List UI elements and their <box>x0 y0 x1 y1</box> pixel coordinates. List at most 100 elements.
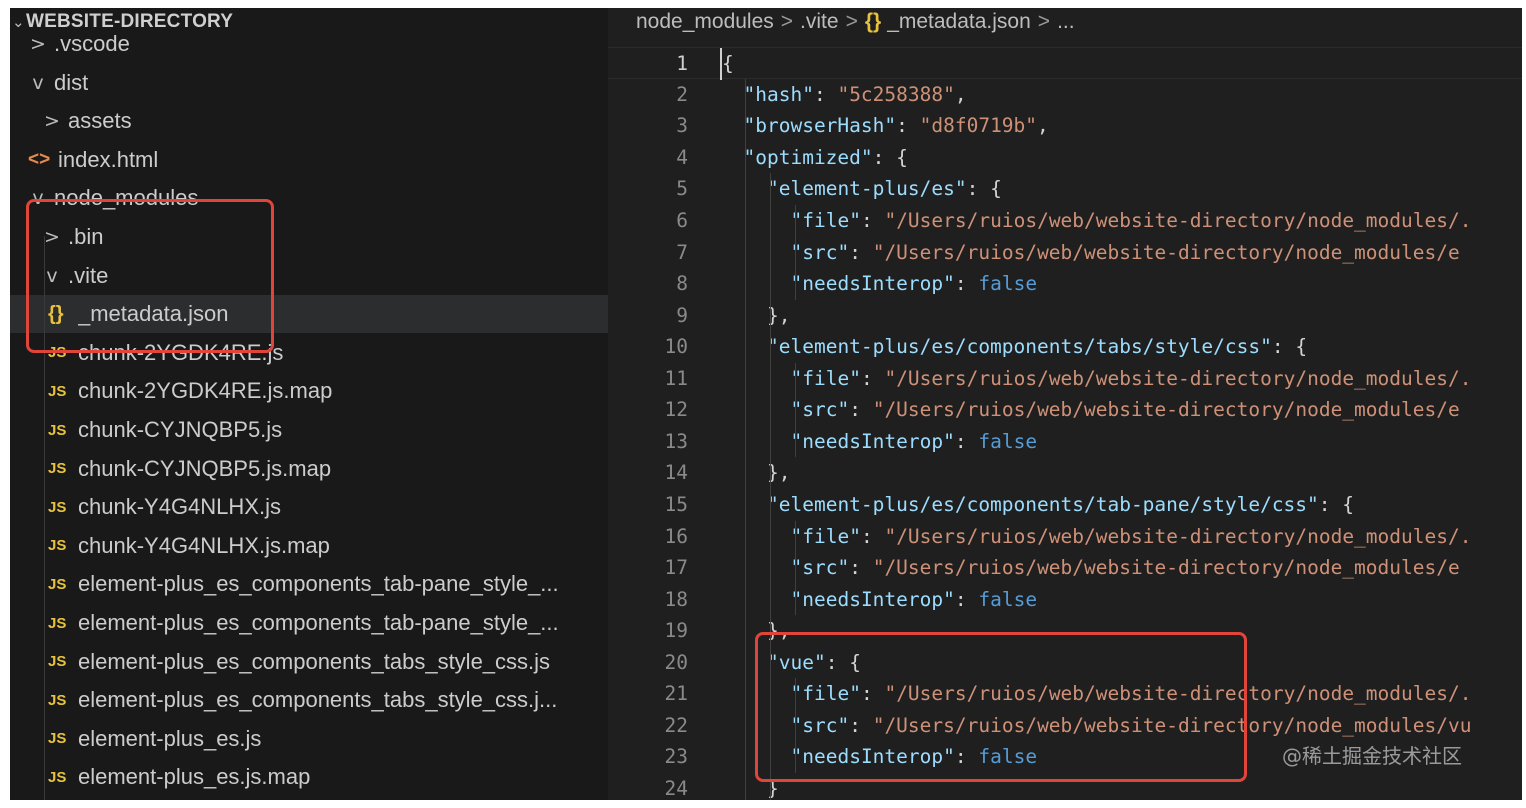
code-text: "needsInterop": false <box>790 745 1038 769</box>
tree-item-label: chunk-CYJNQBP5.js.map <box>78 455 332 481</box>
tree-item-label: element-plus_es.js.map <box>78 764 311 790</box>
code-text: "src": "/Users/ruios/web/website-directo… <box>790 713 1472 737</box>
tree-item-assets[interactable]: > assets <box>10 102 608 140</box>
tree-item-label: element-plus_es_components_tab-pane_styl… <box>78 610 559 635</box>
indent-guide <box>44 236 45 800</box>
line-number: 16 <box>664 524 688 548</box>
code-text: }, <box>767 303 791 327</box>
line-number: 5 <box>676 177 688 201</box>
js-icon: JS <box>48 421 67 439</box>
tree-item-file[interactable]: JS chunk-2YGDK4RE.js <box>10 334 608 372</box>
breadcrumb-metadata-json[interactable]: _metadata.json <box>887 10 1031 34</box>
code-indent-guide <box>745 78 746 800</box>
line-number: 11 <box>664 366 688 390</box>
line-number: 3 <box>676 114 688 138</box>
code-text: "vue": { <box>767 650 861 674</box>
tree-item-node-modules[interactable]: v node_modules <box>10 179 608 217</box>
code-line[interactable]: 1{ <box>608 47 1522 80</box>
code-text: "element-plus/es/components/tab-pane/sty… <box>767 492 1355 516</box>
json-icon: {} <box>864 10 882 33</box>
js-icon: JS <box>48 460 67 478</box>
chevron-right-icon[interactable]: > <box>28 33 48 55</box>
code-indent-guide <box>795 362 796 458</box>
js-icon: JS <box>48 614 67 632</box>
chevron-right-icon[interactable]: > <box>42 110 62 132</box>
tree-item-file[interactable]: JS chunk-CYJNQBP5.js.map <box>10 450 608 488</box>
tree-item-label: chunk-2YGDK4RE.js <box>78 339 284 365</box>
tree-item-file[interactable]: JS element-plus_es.js <box>10 720 608 758</box>
code-text: "file": "/Users/ruios/web/website-direct… <box>790 366 1472 390</box>
line-number: 1 <box>676 52 688 76</box>
code-text: }, <box>767 461 791 485</box>
breadcrumb-node-modules[interactable]: node_modules <box>636 10 774 34</box>
tree-item-file[interactable]: JS element-plus_es_components_tabs_style_… <box>10 643 608 681</box>
line-number: 20 <box>664 650 688 674</box>
breadcrumb-separator-icon: > <box>1037 10 1051 33</box>
line-number: 2 <box>676 82 688 106</box>
tree-item-dist[interactable]: v dist <box>10 64 608 102</box>
code-indent-guide <box>770 173 771 800</box>
code-indent-guide <box>795 520 796 616</box>
tree-item-file[interactable]: JS chunk-2YGDK4RE.js.map <box>10 372 608 410</box>
code-text: "browserHash": "d8f0719b", <box>743 114 1049 138</box>
js-icon: JS <box>48 344 67 362</box>
html-icon: <> <box>28 148 51 170</box>
code-text: "optimized": { <box>743 145 908 169</box>
editor-pane[interactable]: node_modules > .vite > {} _metadata.json… <box>608 8 1522 800</box>
line-number: 13 <box>664 429 688 453</box>
line-number: 24 <box>664 776 688 800</box>
code-text: { <box>720 48 734 80</box>
code-text: "src": "/Users/ruios/web/website-directo… <box>790 556 1460 580</box>
tree-item-bin[interactable]: > .bin <box>10 218 608 256</box>
breadcrumb-more[interactable]: ... <box>1057 10 1075 34</box>
line-number: 10 <box>664 335 688 359</box>
tree-item-label: chunk-Y4G4NLHX.js.map <box>78 532 330 558</box>
vscode-window: ⌄ WEBSITE-DIRECTORY > .vscode v dist > assets… <box>10 8 1522 800</box>
line-number: 6 <box>676 209 688 232</box>
tree-item-label: .vscode <box>54 31 130 56</box>
chevron-right-icon[interactable]: > <box>42 226 62 248</box>
tree-item-file[interactable]: JS element-plus_es_components_tab-pane_st… <box>10 565 608 603</box>
tree-item-file[interactable]: JS chunk-Y4G4NLHX.js.map <box>10 527 608 565</box>
tree-item-file[interactable]: JS element-plus_es_components_tabs_style_… <box>10 681 608 719</box>
breadcrumb-vite[interactable]: .vite <box>800 10 839 34</box>
code-text: "file": "/Users/ruios/web/website-direct… <box>790 524 1472 548</box>
tree-item-label: .vite <box>68 262 109 288</box>
tree-item-label: chunk-2YGDK4RE.js.map <box>78 378 333 404</box>
line-number: 8 <box>676 272 688 296</box>
chevron-down-icon[interactable]: v <box>28 72 48 94</box>
explorer-panel: ⌄ WEBSITE-DIRECTORY > .vscode v dist > assets… <box>10 8 608 800</box>
tree-item-label: element-plus_es_components_tab-pane_styl… <box>78 571 559 597</box>
js-icon: JS <box>48 768 67 786</box>
tree-item-index-html[interactable]: <> index.html <box>10 141 608 179</box>
chevron-down-icon[interactable]: v <box>42 265 62 287</box>
tree-item-file[interactable]: JS chunk-Y4G4NLHX.js <box>10 488 608 526</box>
line-number: 23 <box>664 745 688 769</box>
js-icon: JS <box>48 730 67 748</box>
chevron-down-icon[interactable]: v <box>28 187 48 209</box>
code-text: "src": "/Users/ruios/web/website-directo… <box>790 398 1460 422</box>
js-icon: JS <box>48 653 67 671</box>
tree-item-label: assets <box>68 108 132 134</box>
tree-item-label: dist <box>54 69 89 95</box>
line-number: 18 <box>664 587 688 611</box>
tree-item-file[interactable]: JS chunk-CYJNQBP5.js <box>10 411 608 449</box>
breadcrumb-separator-icon: > <box>780 10 794 33</box>
tree-item-label: node_modules <box>54 185 199 211</box>
js-icon: JS <box>48 382 67 400</box>
tree-item-label: index.html <box>58 146 159 172</box>
code-text: "needsInterop": false <box>790 272 1038 296</box>
tree-item-file[interactable]: JS element-plus_es.js.map <box>10 758 608 796</box>
tree-item-vscode[interactable]: > .vscode <box>10 25 608 63</box>
js-icon: JS <box>48 575 67 593</box>
line-number: 21 <box>664 682 688 706</box>
code-text: "file": "/Users/ruios/web/website-direct… <box>790 209 1472 232</box>
tree-item-vite[interactable]: v .vite <box>10 257 608 295</box>
tree-item-metadata-json[interactable]: {} _metadata.json <box>10 295 608 334</box>
line-number: 17 <box>664 556 688 580</box>
breadcrumb: node_modules > .vite > {} _metadata.json… <box>636 8 1075 36</box>
tree-item-file[interactable]: JS element-plus_es_components_tab-pane_st… <box>10 604 608 642</box>
tree-item-label: element-plus_es.js <box>78 725 262 751</box>
code-text: "src": "/Users/ruios/web/website-directo… <box>790 240 1460 264</box>
code-indent-guide <box>795 205 796 300</box>
